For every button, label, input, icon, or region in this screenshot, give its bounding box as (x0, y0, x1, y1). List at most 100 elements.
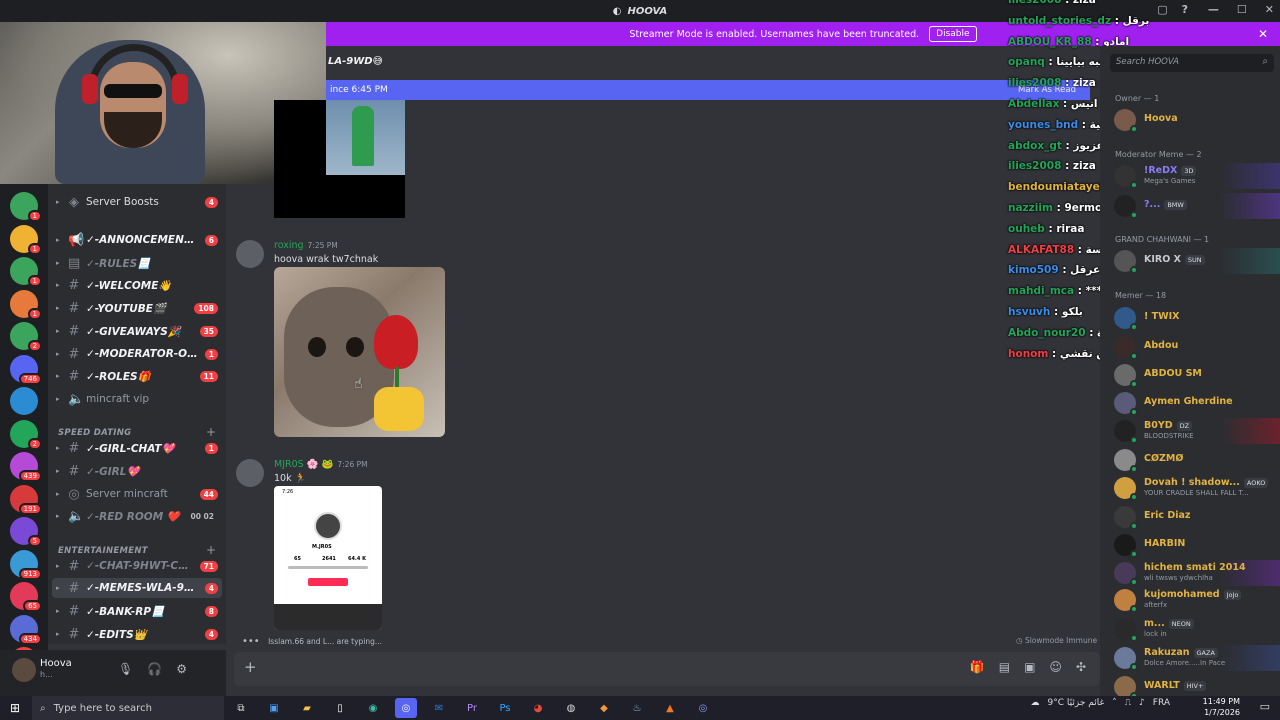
member-item[interactable]: Hoova (1112, 107, 1280, 133)
collapse-chevron-icon[interactable]: ▸ (56, 327, 62, 335)
member-item[interactable]: ! TWIX (1112, 305, 1280, 331)
task-view-icon[interactable]: ⧉ (230, 698, 252, 718)
minimize-button[interactable]: — (1208, 3, 1219, 16)
inbox-icon[interactable]: ▢ (1157, 3, 1167, 16)
collapse-chevron-icon[interactable]: ▸ (56, 630, 62, 638)
taskbar-search[interactable]: ⌕ Type here to search (32, 696, 224, 720)
apps-icon[interactable]: ✣ (1076, 660, 1086, 674)
message-author[interactable]: MJR0S 🌸 🐸 (274, 459, 333, 470)
app-icon[interactable]: ◆ (593, 698, 615, 718)
settings-gear-icon[interactable]: ⚙ (176, 662, 187, 676)
channel-item[interactable]: ▸ # ✓-BANK-RP📃 8 (52, 601, 222, 621)
member-item[interactable]: !ReDX 3D Mega's Games (1112, 163, 1280, 189)
channel-item[interactable]: ▸ # ✓-GIVEAWAYS🎉 35 (52, 321, 222, 341)
message-input[interactable] (274, 662, 924, 676)
message-image-football[interactable] (274, 100, 405, 218)
collapse-chevron-icon[interactable]: ▸ (56, 281, 62, 289)
server-icon[interactable] (10, 387, 38, 415)
outlook-icon[interactable]: ✉ (428, 698, 450, 718)
collapse-chevron-icon[interactable]: ▸ (56, 304, 62, 312)
avatar[interactable] (1114, 477, 1138, 501)
server-icon[interactable]: 1 (10, 289, 42, 320)
avatar[interactable] (236, 240, 264, 268)
avatar[interactable] (1114, 165, 1138, 189)
collapse-chevron-icon[interactable]: ▸ (56, 607, 62, 615)
avatar[interactable] (1114, 420, 1138, 444)
discord-icon[interactable]: ◎ (395, 698, 417, 718)
add-channel-icon[interactable]: + (206, 543, 216, 557)
language-indicator[interactable]: FRA (1153, 698, 1170, 708)
server-icon[interactable]: 439 (10, 452, 42, 482)
member-item[interactable]: ?... BMW (1112, 193, 1280, 219)
file-explorer-icon[interactable]: ▰ (296, 698, 318, 718)
channel-item[interactable]: ▸ # ✓-ROLES🎁 11 (52, 366, 222, 386)
notepad-icon[interactable]: ▯ (329, 698, 351, 718)
avatar[interactable] (1114, 250, 1138, 274)
server-icon[interactable]: 65 (10, 582, 42, 612)
avatar[interactable] (1114, 392, 1138, 416)
help-icon[interactable]: ? (1182, 3, 1188, 16)
collapse-chevron-icon[interactable]: ▸ (56, 562, 62, 570)
channel-item[interactable]: ▸ # ✓-WELCOME👋 (52, 275, 222, 295)
member-item[interactable]: Abdou (1112, 334, 1280, 360)
channel-item[interactable]: ▸ ◈ Server Boosts 4 (52, 192, 222, 212)
channel-item[interactable]: ▸ # ✓-EDITS👑 4 (52, 624, 222, 644)
add-attachment-icon[interactable]: + (244, 658, 257, 676)
collapse-chevron-icon[interactable]: ▸ (56, 198, 62, 206)
avatar[interactable] (12, 658, 36, 682)
avatar[interactable] (1114, 534, 1138, 558)
member-item[interactable]: Dovah ! shadow... AOKO YOUR CRADLE SHALL F… (1112, 475, 1280, 501)
message-author[interactable]: roxing (274, 240, 304, 251)
close-icon[interactable]: ✕ (1258, 27, 1268, 41)
collapse-chevron-icon[interactable]: ▸ (56, 372, 62, 380)
close-window-button[interactable]: ✕ (1265, 3, 1274, 16)
channel-item[interactable]: ▸ # ✓-YOUTUBE🎬 108 (52, 298, 222, 318)
server-icon[interactable]: 5 (10, 517, 42, 547)
channel-category[interactable]: ENTERTAINEMENT (58, 546, 148, 556)
collapse-chevron-icon[interactable]: ▸ (56, 444, 62, 452)
edge-icon[interactable]: ◉ (362, 698, 384, 718)
premiere-icon[interactable]: Pr (461, 698, 483, 718)
channel-item[interactable]: ▸ 🔈 ✓-RED ROOM ❤️ 00 02 (52, 506, 222, 526)
microphone-icon[interactable]: 🎙 (118, 662, 133, 676)
headphones-icon[interactable]: 🎧 (147, 662, 162, 676)
channel-item[interactable]: ▸ # ✓-GIRL-CHAT💖 1 (52, 438, 222, 458)
member-item[interactable]: B0YD DZ BLOODSTRIKE (1112, 418, 1280, 444)
server-icon[interactable]: 746 (10, 354, 42, 385)
notification-icon[interactable]: ▭ (1260, 700, 1270, 713)
channel-item[interactable]: ▸ ◎ Server mincraft 44 (52, 484, 222, 504)
volume-icon[interactable]: ♪ (1139, 698, 1145, 708)
avatar[interactable] (1114, 307, 1138, 331)
server-icon[interactable]: 1 (10, 224, 42, 255)
member-item[interactable]: Aymen Gherdine (1112, 390, 1280, 416)
avatar[interactable] (1114, 336, 1138, 360)
collapse-chevron-icon[interactable]: ▸ (56, 236, 62, 244)
avatar[interactable] (1114, 676, 1138, 696)
member-search[interactable]: Search HOOVA ⌕ (1110, 54, 1274, 72)
member-item[interactable]: m... NEON lock in (1112, 616, 1280, 642)
app-orange-icon[interactable]: ▲ (659, 698, 681, 718)
sticker-icon[interactable]: ▣ (1024, 660, 1035, 674)
avatar[interactable] (1114, 589, 1138, 613)
collapse-chevron-icon[interactable]: ▸ (56, 350, 62, 358)
avatar[interactable] (1114, 506, 1138, 530)
member-item[interactable]: Eric Diaz (1112, 504, 1280, 530)
member-item[interactable]: KIRO X SUN (1112, 248, 1280, 274)
disable-streamer-mode-button[interactable]: Disable (929, 26, 977, 42)
server-icon[interactable]: 434 (10, 614, 42, 645)
taskbar-clock[interactable]: 11:49 PM 1/7/2026 (1203, 696, 1240, 718)
network-icon[interactable]: ⎍ (1125, 698, 1131, 708)
avatar[interactable] (236, 459, 264, 487)
collapse-chevron-icon[interactable]: ▸ (56, 467, 62, 475)
collapse-chevron-icon[interactable]: ▸ (56, 259, 62, 267)
collapse-chevron-icon[interactable]: ▸ (56, 490, 62, 498)
member-item[interactable]: Rakuzan GAZA Dolce Amore.....In Pace (1112, 645, 1280, 671)
avatar[interactable] (1114, 618, 1138, 642)
member-item[interactable]: HARBIN (1112, 532, 1280, 558)
member-item[interactable]: hichem smati 2014 wli twsws ydwchlha (1112, 560, 1280, 586)
maximize-button[interactable]: ☐ (1237, 3, 1247, 16)
channel-item[interactable]: ▸ ▤ ✓-RULES📃 (52, 253, 222, 273)
avatar[interactable] (1114, 195, 1138, 219)
member-item[interactable]: CØZMØ (1112, 447, 1280, 473)
chrome-icon[interactable]: ◕ (527, 698, 549, 718)
